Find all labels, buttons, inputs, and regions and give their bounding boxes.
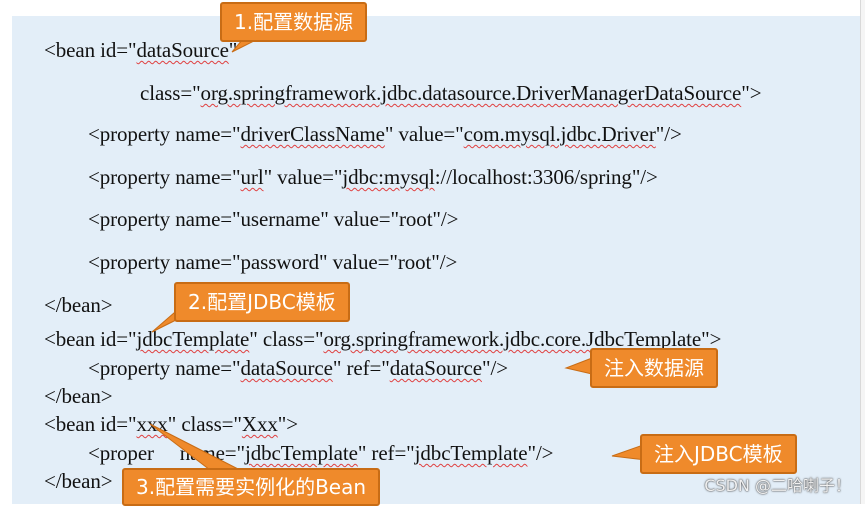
csdn-watermark: CSDN @二哈喇子！ <box>704 476 851 495</box>
callout-inject-jdbc-template: 注入JDBC模板 <box>640 434 797 474</box>
callout-inject-datasource: 注入数据源 <box>590 348 718 388</box>
callout-configure-datasource: 1.配置数据源 <box>220 2 368 42</box>
callout-configure-jdbc-template: 2.配置JDBC模板 <box>174 282 350 322</box>
callout-1-pointer <box>149 32 647 471</box>
callout-configure-bean: 3.配置需要实例化的Bean <box>122 468 381 506</box>
